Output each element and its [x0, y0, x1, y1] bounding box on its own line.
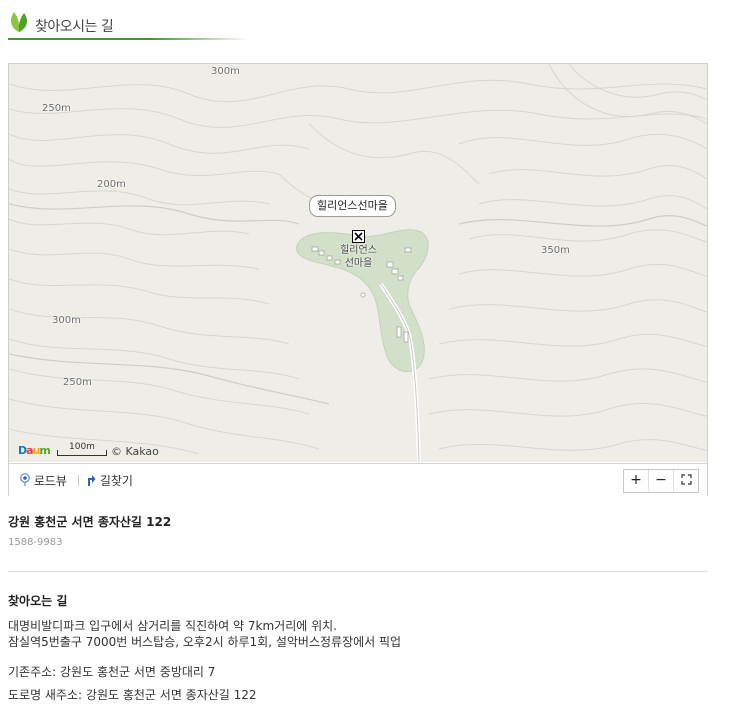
zoom-in-button[interactable]: + [624, 470, 648, 492]
directions-line: 대명비발디파크 입구에서 삼거리를 직진하여 약 7km거리에 위치. [8, 619, 337, 633]
leaf-icon [11, 12, 27, 32]
fullscreen-button[interactable] [673, 470, 698, 492]
directions-label: 길찾기 [99, 474, 133, 488]
roadview-icon [20, 473, 30, 486]
place-marker-icon[interactable] [352, 230, 365, 243]
directions-arrow-icon [88, 475, 96, 486]
map-toolbar: 로드뷰 길찾기 + − [9, 463, 707, 496]
elevation-label: 300m [211, 66, 240, 77]
map-place-label-line2: 선마을 [344, 258, 373, 269]
divider [8, 571, 708, 572]
map-canvas[interactable]: 300m 250m 200m 350m 300m 250m 힐리언스선마을 힐리… [9, 64, 707, 462]
zoom-controls: + − [623, 469, 699, 493]
elevation-label: 200m [97, 179, 126, 190]
map-place-label-line1: 힐리언스 [340, 245, 377, 256]
old-address: 기존주소: 강원도 홍천군 서면 중방대리 7 [8, 665, 216, 679]
elevation-label: 250m [42, 103, 71, 114]
elevation-label: 250m [63, 377, 92, 388]
address-title: 강원 홍천군 서면 종자산길 122 [8, 515, 172, 529]
directions-button[interactable]: 길찾기 [86, 472, 133, 488]
map-copyright: © Kakao [111, 445, 159, 458]
phone-number: 1588-9983 [8, 537, 63, 548]
section-header: 찾아오시는 길 [8, 8, 248, 42]
elevation-label: 300m [52, 315, 81, 326]
place-name-bubble[interactable]: 힐리언스선마을 [309, 195, 396, 217]
roadview-label: 로드뷰 [33, 474, 67, 488]
directions-title: 찾아오는 길 [8, 594, 68, 608]
map-place-label: 힐리언스 선마을 [331, 244, 386, 270]
road-address: 도로명 새주소: 강원도 홍천군 서면 종자산길 122 [8, 688, 257, 702]
elevation-label: 350m [541, 245, 570, 256]
daum-logo[interactable]: Daum [18, 444, 51, 457]
zoom-out-button[interactable]: − [648, 470, 673, 492]
map-frame: 300m 250m 200m 350m 300m 250m 힐리언스선마을 힐리… [8, 63, 708, 496]
roadview-button[interactable]: 로드뷰 [20, 472, 67, 488]
fullscreen-icon [680, 474, 692, 485]
section-title: 찾아오시는 길 [35, 19, 114, 35]
scale-bar [57, 450, 107, 456]
header-rule [8, 38, 248, 40]
toolbar-separator [78, 475, 79, 486]
directions-line: 잠실역5번출구 7000번 버스탑승, 오후2시 하루1회, 설악버스정류장에서… [8, 635, 402, 649]
